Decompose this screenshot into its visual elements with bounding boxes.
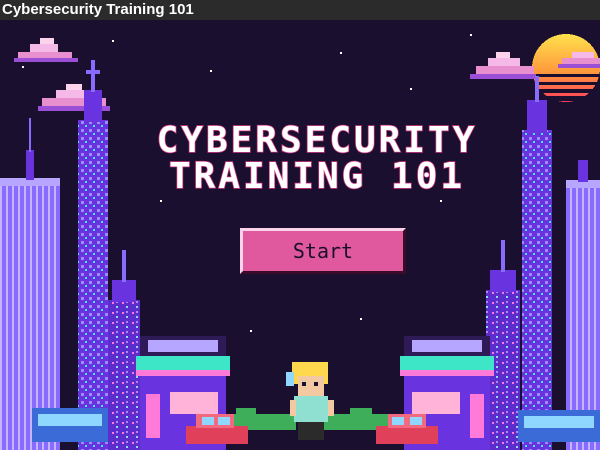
building-icon [522,76,552,450]
game-window: Cybersecurity Training 101 CYBERSECURITY… [0,0,600,450]
start-button[interactable]: Start [240,228,406,274]
building-icon [566,160,600,450]
bus-icon [32,408,108,442]
building-icon [108,250,140,450]
game-title-line1: CYBERSECURITY [157,120,478,161]
building-icon [486,240,520,450]
game-title-line2: TRAINING 101 [169,156,465,197]
window-title: Cybersecurity Training 101 [0,0,600,20]
bus-icon [518,410,600,442]
